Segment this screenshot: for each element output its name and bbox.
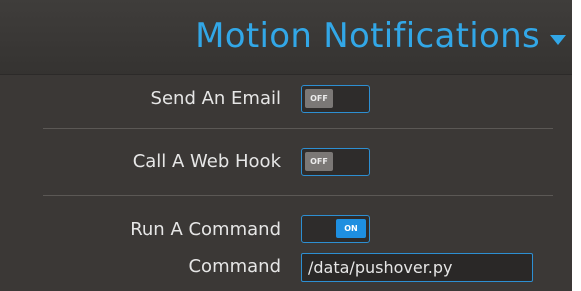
send-email-toggle[interactable]: OFF — [301, 85, 370, 113]
web-hook-toggle-state: OFF — [305, 152, 333, 171]
command-label: Command — [188, 256, 281, 277]
caret-down-icon[interactable] — [550, 35, 566, 45]
run-command-label: Run A Command — [130, 219, 281, 240]
run-command-toggle[interactable]: ON — [301, 215, 370, 243]
run-command-toggle-state: ON — [336, 219, 366, 238]
motion-notifications-panel: Motion Notifications Send An Email OFF C… — [0, 0, 572, 291]
web-hook-label: Call A Web Hook — [132, 151, 281, 172]
send-email-label: Send An Email — [150, 88, 281, 109]
command-input[interactable] — [301, 253, 533, 282]
page-edge — [572, 0, 581, 291]
divider — [43, 128, 553, 129]
section-title[interactable]: Motion Notifications — [195, 14, 540, 58]
divider — [43, 195, 553, 196]
send-email-toggle-state: OFF — [305, 89, 333, 108]
web-hook-toggle[interactable]: OFF — [301, 148, 370, 176]
section-header[interactable]: Motion Notifications — [0, 0, 572, 75]
